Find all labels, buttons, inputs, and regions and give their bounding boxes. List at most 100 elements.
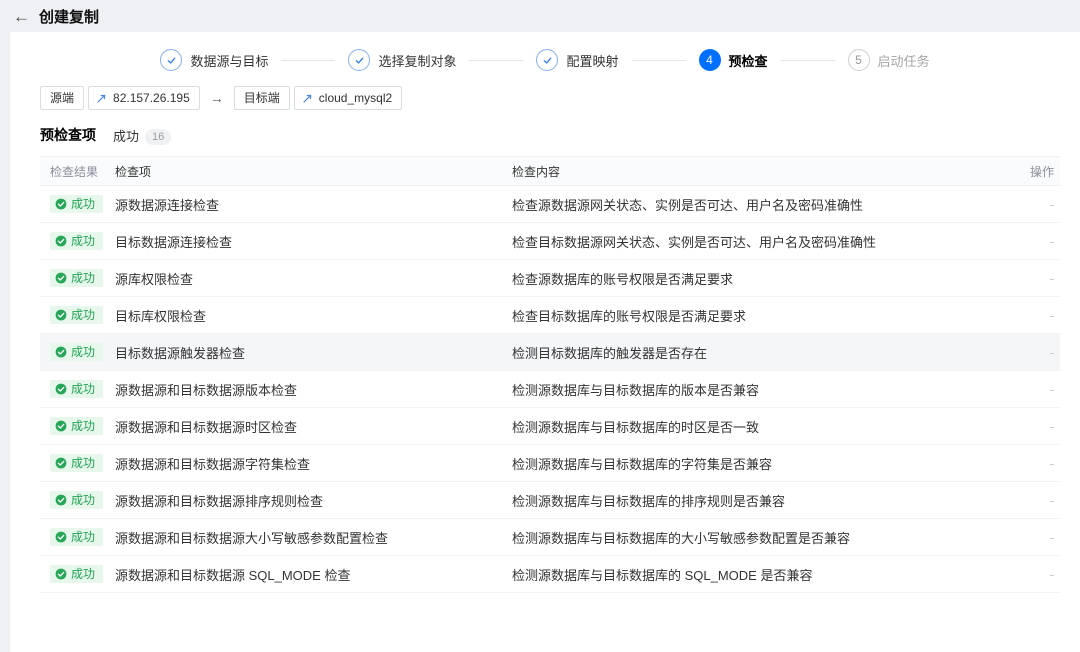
table-row[interactable]: 成功 源数据源和目标数据源时区检查 检测源数据库与目标数据库的时区是否一致 - xyxy=(40,408,1060,445)
table-row[interactable]: 成功 源数据源和目标数据源字符集检查 检测源数据库与目标数据库的字符集是否兼容 … xyxy=(40,445,1060,482)
success-badge: 成功 xyxy=(50,269,104,287)
table-row[interactable]: 成功 源数据源连接检查 检查源数据源网关状态、实例是否可达、用户名及密码准确性 … xyxy=(40,186,1060,223)
success-check-icon xyxy=(55,235,67,247)
result-cell: 成功 xyxy=(40,232,115,250)
check-content-cell: 检查源数据库的账号权限是否满足要求 xyxy=(512,271,734,287)
target-instance: cloud_mysql2 xyxy=(293,86,403,110)
success-badge-label: 成功 xyxy=(71,493,96,507)
success-badge: 成功 xyxy=(50,454,104,472)
success-check-icon xyxy=(55,568,67,580)
result-cell: 成功 xyxy=(40,417,115,435)
success-badge: 成功 xyxy=(50,528,104,546)
success-badge: 成功 xyxy=(50,343,104,361)
table-row[interactable]: 成功 源库权限检查 检查源数据库的账号权限是否满足要求 - xyxy=(40,260,1060,297)
step-start-task: 5 启动任务 xyxy=(847,49,930,71)
column-header-content: 检查内容 xyxy=(512,164,561,179)
step-connector xyxy=(469,59,524,61)
result-cell: 成功 xyxy=(40,528,115,546)
source-instance: 82.157.26.195 xyxy=(88,86,200,110)
check-content-cell: 检测源数据库与目标数据库的版本是否兼容 xyxy=(512,382,760,398)
success-badge: 成功 xyxy=(50,417,104,435)
wizard-stepper: 数据源与目标 选择复制对象 配置映射 4 预检查 5 启动任务 xyxy=(10,32,1080,71)
datasource-icon xyxy=(96,92,108,104)
step-number: 5 xyxy=(847,49,870,71)
operation-cell: - xyxy=(1049,381,1054,397)
precheck-status-text: 成功 xyxy=(113,128,140,144)
precheck-count-badge: 16 xyxy=(145,128,172,145)
check-item-cell: 源数据源和目标数据源大小写敏感参数配置检查 xyxy=(115,530,389,546)
source-instance-name: 82.157.26.195 xyxy=(113,91,190,105)
table-row[interactable]: 成功 目标数据源连接检查 检查目标数据源网关状态、实例是否可达、用户名及密码准确… xyxy=(40,223,1060,260)
success-badge-label: 成功 xyxy=(71,271,96,285)
success-check-icon xyxy=(55,494,67,506)
step-precheck: 4 预检查 xyxy=(698,49,768,71)
back-icon[interactable]: ← xyxy=(13,8,30,25)
result-cell: 成功 xyxy=(40,491,115,509)
step-datasource-target: 数据源与目标 xyxy=(160,49,268,71)
table-row[interactable]: 成功 源数据源和目标数据源大小写敏感参数配置检查 检测源数据库与目标数据库的大小… xyxy=(40,519,1060,556)
source-tag: 源端 xyxy=(40,86,85,110)
success-badge-label: 成功 xyxy=(71,530,96,544)
table-row[interactable]: 成功 源数据源和目标数据源排序规则检查 检测源数据库与目标数据库的排序规则是否兼… xyxy=(40,482,1060,519)
success-check-icon xyxy=(55,457,67,469)
table-row[interactable]: 成功 目标库权限检查 检查目标数据库的账号权限是否满足要求 - xyxy=(40,297,1060,334)
operation-cell: - xyxy=(1049,492,1054,508)
success-badge: 成功 xyxy=(50,232,104,250)
success-badge: 成功 xyxy=(50,195,104,213)
arrow-right-icon: → xyxy=(209,90,224,106)
success-check-icon xyxy=(55,198,67,210)
endpoints-bar: 源端 82.157.26.195 → 目标端 cloud_mysql2 xyxy=(10,71,1080,110)
check-item-cell: 源库权限检查 xyxy=(115,271,194,287)
check-item-cell: 源数据源和目标数据源时区检查 xyxy=(115,419,298,435)
target-tag: 目标端 xyxy=(233,86,290,110)
success-check-icon xyxy=(55,383,67,395)
operation-cell: - xyxy=(1049,529,1054,545)
operation-cell: - xyxy=(1049,418,1054,434)
success-badge-label: 成功 xyxy=(71,234,96,248)
table-header: 检查结果 检查项 检查内容 操作 xyxy=(40,156,1060,186)
success-badge-label: 成功 xyxy=(71,456,96,470)
operation-cell: - xyxy=(1049,196,1054,212)
success-badge-label: 成功 xyxy=(71,197,96,211)
precheck-title: 预检查项 xyxy=(40,127,96,143)
page-title: 创建复制 xyxy=(39,8,100,26)
success-check-icon xyxy=(55,420,67,432)
table-row[interactable]: 成功 源数据源和目标数据源 SQL_MODE 检查 检测源数据库与目标数据库的 … xyxy=(40,556,1060,593)
check-content-cell: 检测源数据库与目标数据库的大小写敏感参数配置是否兼容 xyxy=(512,530,851,546)
check-item-cell: 源数据源和目标数据源字符集检查 xyxy=(115,456,311,472)
result-cell: 成功 xyxy=(40,269,115,287)
check-item-cell: 源数据源和目标数据源排序规则检查 xyxy=(115,493,324,509)
table-row[interactable]: 成功 目标数据源触发器检查 检测目标数据库的触发器是否存在 - xyxy=(40,334,1060,371)
success-badge: 成功 xyxy=(50,565,104,583)
check-item-cell: 源数据源和目标数据源版本检查 xyxy=(115,382,298,398)
check-content-cell: 检查目标数据库的账号权限是否满足要求 xyxy=(512,308,747,324)
success-badge-label: 成功 xyxy=(71,308,96,322)
step-connector xyxy=(780,59,835,61)
check-item-cell: 源数据源和目标数据源 SQL_MODE 检查 xyxy=(115,567,351,583)
check-content-cell: 检测源数据库与目标数据库的排序规则是否兼容 xyxy=(512,493,786,509)
operation-cell: - xyxy=(1049,233,1054,249)
content-card: 数据源与目标 选择复制对象 配置映射 4 预检查 5 启动任务 源端 82.15… xyxy=(10,32,1080,652)
operation-cell: - xyxy=(1049,270,1054,286)
target-instance-name: cloud_mysql2 xyxy=(318,91,393,105)
precheck-section-header: 预检查项 成功 16 xyxy=(10,110,1080,156)
step-connector xyxy=(281,59,336,61)
operation-cell: - xyxy=(1049,566,1054,582)
table-row[interactable]: 成功 源数据源和目标数据源版本检查 检测源数据库与目标数据库的版本是否兼容 - xyxy=(40,371,1060,408)
check-item-cell: 目标数据源触发器检查 xyxy=(115,345,246,361)
result-cell: 成功 xyxy=(40,195,115,213)
operation-cell: - xyxy=(1049,344,1054,360)
success-check-icon xyxy=(55,309,67,321)
check-item-cell: 目标数据源连接检查 xyxy=(115,234,233,250)
step-number: 4 xyxy=(698,49,721,71)
step-mapping-config: 配置映射 xyxy=(536,49,619,71)
step-label: 配置映射 xyxy=(566,53,619,69)
step-label: 选择复制对象 xyxy=(378,53,457,69)
step-connector xyxy=(631,59,686,61)
step-done-check-icon xyxy=(160,49,183,71)
datasource-icon xyxy=(302,92,314,104)
column-header-operation: 操作 xyxy=(1029,164,1054,179)
precheck-status: 成功 16 xyxy=(113,126,172,145)
result-cell: 成功 xyxy=(40,454,115,472)
result-cell: 成功 xyxy=(40,565,115,583)
